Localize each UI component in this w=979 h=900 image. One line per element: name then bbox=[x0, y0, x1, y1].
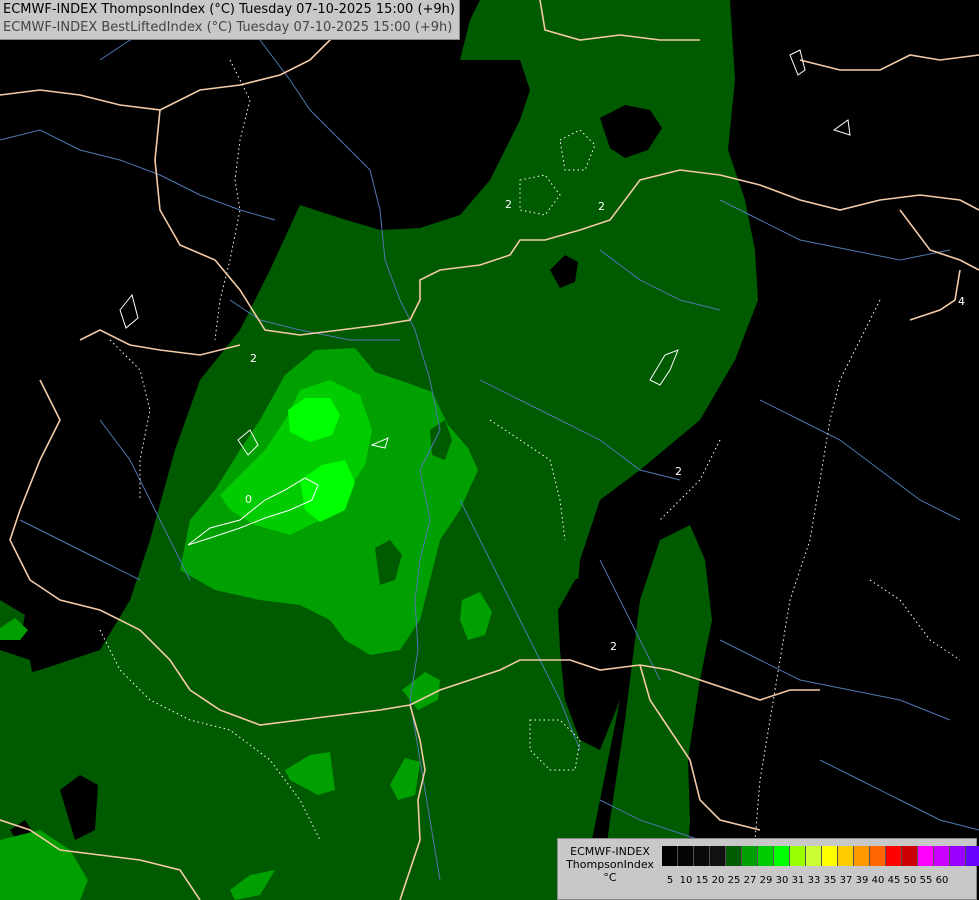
legend-swatch bbox=[726, 846, 742, 866]
legend-swatch bbox=[886, 846, 902, 866]
legend-swatch bbox=[758, 846, 774, 866]
legend-tick: 37 bbox=[839, 875, 853, 886]
legend-swatch bbox=[950, 846, 966, 866]
legend-swatch bbox=[854, 846, 870, 866]
legend-tick: 40 bbox=[871, 875, 885, 886]
contour-label: 2 bbox=[250, 352, 257, 365]
legend-tick: 25 bbox=[727, 875, 741, 886]
legend-swatch bbox=[806, 846, 822, 866]
legend-swatch bbox=[790, 846, 806, 866]
legend-tick: 27 bbox=[743, 875, 757, 886]
legend-tick: 50 bbox=[903, 875, 917, 886]
contour-label: 2 bbox=[675, 465, 682, 478]
legend-swatch bbox=[966, 846, 979, 866]
legend-swatch bbox=[710, 846, 726, 866]
title-best-lifted-index: ECMWF-INDEX BestLiftedIndex (°C) Tuesday… bbox=[3, 20, 453, 35]
legend-swatch bbox=[742, 846, 758, 866]
legend-swatch bbox=[902, 846, 918, 866]
legend-tick: 10 bbox=[679, 875, 693, 886]
legend-tick: 45 bbox=[887, 875, 901, 886]
legend-source: ECMWF-INDEX bbox=[570, 845, 650, 858]
legend-swatch bbox=[678, 846, 694, 866]
legend-swatch bbox=[662, 846, 678, 866]
legend-tick: 20 bbox=[711, 875, 725, 886]
legend-tick: 60 bbox=[935, 875, 949, 886]
legend-unit: °C bbox=[603, 871, 617, 884]
legend-tick: 35 bbox=[823, 875, 837, 886]
legend-tick: 15 bbox=[695, 875, 709, 886]
legend-swatch bbox=[838, 846, 854, 866]
contour-label: 2 bbox=[610, 640, 617, 653]
legend-variable: ThompsonIndex bbox=[566, 858, 654, 871]
legend-tick: 39 bbox=[855, 875, 869, 886]
contour-label: 2 bbox=[598, 200, 605, 213]
legend-label: ECMWF-INDEX ThompsonIndex °C bbox=[562, 845, 658, 884]
contour-label: 4 bbox=[958, 295, 965, 308]
legend-swatch bbox=[694, 846, 710, 866]
legend-swatches bbox=[662, 846, 979, 866]
legend-swatch bbox=[774, 846, 790, 866]
legend-tick: 5 bbox=[666, 875, 674, 886]
contour-label: 0 bbox=[245, 493, 252, 506]
contour-label: 2 bbox=[505, 198, 512, 211]
legend-swatch bbox=[822, 846, 838, 866]
legend-swatch bbox=[934, 846, 950, 866]
color-legend: ECMWF-INDEX ThompsonIndex °C 5 10 15 20 25 27… bbox=[557, 838, 979, 900]
map-title: ECMWF-INDEX ThompsonIndex (°C) Tuesday 0… bbox=[0, 0, 460, 40]
title-thompson-index: ECMWF-INDEX ThompsonIndex (°C) Tuesday 0… bbox=[3, 2, 455, 17]
legend-tick: 30 bbox=[775, 875, 789, 886]
legend-swatch bbox=[918, 846, 934, 866]
legend-tick: 33 bbox=[807, 875, 821, 886]
weather-map: 2 2 2 2 2 4 0 bbox=[0, 0, 979, 900]
legend-ticks: 5 10 15 20 25 27 29 30 31 33 35 37 39 40 45 50 55 60 bbox=[662, 875, 950, 887]
legend-tick: 29 bbox=[759, 875, 773, 886]
legend-tick: 55 bbox=[919, 875, 933, 886]
legend-tick: 31 bbox=[791, 875, 805, 886]
legend-swatch bbox=[870, 846, 886, 866]
